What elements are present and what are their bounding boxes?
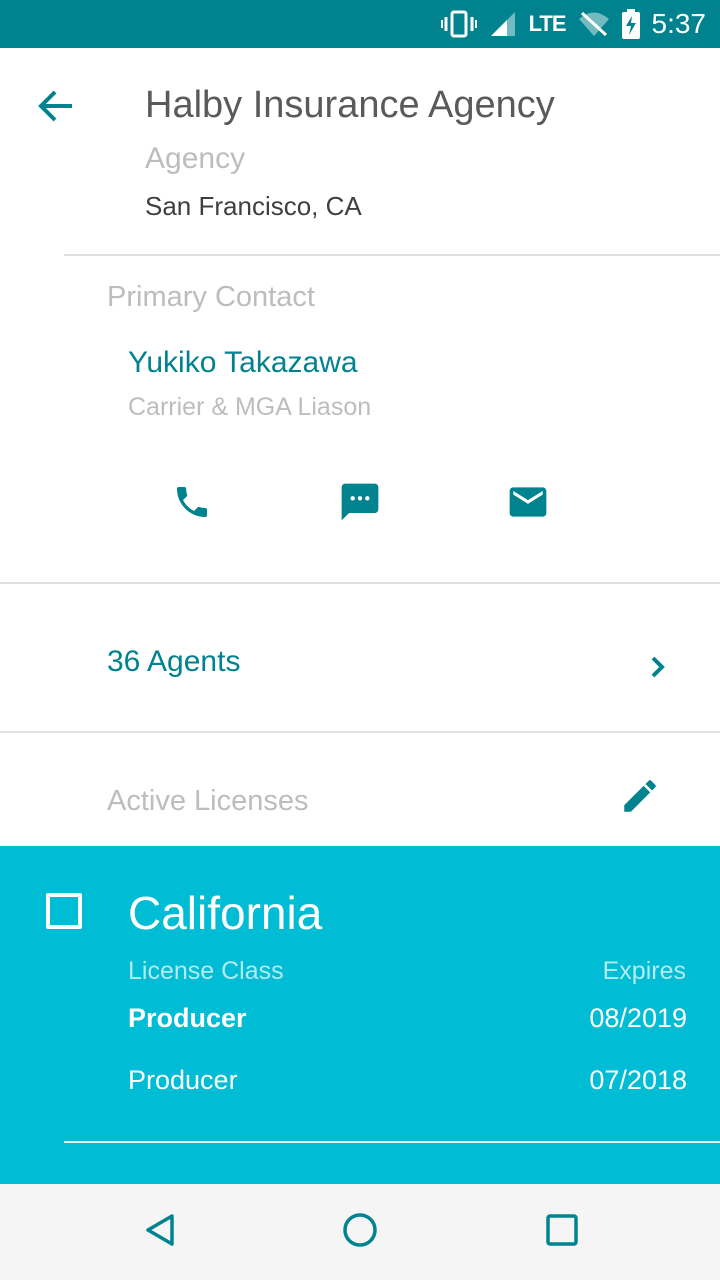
- active-licenses-label: Active Licenses: [107, 785, 309, 817]
- status-icons: LTE 5:37: [440, 0, 707, 48]
- app-screen: LTE 5:37 Halby Insurance Agency Agency S…: [0, 0, 720, 1280]
- back-button[interactable]: [28, 80, 84, 136]
- email-icon: [506, 480, 550, 529]
- agents-row[interactable]: 36 Agents: [0, 585, 720, 731]
- vibrate-icon: [440, 9, 477, 39]
- license-state: California: [128, 887, 323, 939]
- divider: [0, 731, 720, 733]
- nav-back-button[interactable]: [136, 1208, 184, 1256]
- license-expires-value: 08/2019: [589, 1003, 687, 1033]
- agency-type: Agency: [145, 142, 246, 175]
- divider: [0, 582, 720, 584]
- agents-count-label: 36 Agents: [107, 645, 241, 678]
- signal-icon: [489, 10, 517, 38]
- license-class-value: Producer: [128, 1003, 247, 1033]
- phone-icon: [172, 482, 212, 527]
- email-button[interactable]: [496, 472, 560, 536]
- recents-square-icon: [544, 1212, 580, 1253]
- battery-charging-icon: [621, 9, 640, 39]
- license-row: Producer 08/2019: [128, 1003, 687, 1034]
- nav-recents-button[interactable]: [538, 1208, 586, 1256]
- back-triangle-icon: [142, 1212, 178, 1253]
- system-nav-bar: [0, 1184, 720, 1280]
- contact-name-link[interactable]: Yukiko Takazawa: [128, 346, 358, 380]
- nav-home-button[interactable]: [336, 1208, 384, 1256]
- license-class-header: License Class: [128, 957, 284, 985]
- chevron-right-icon: [646, 651, 668, 688]
- contact-role: Carrier & MGA Liason: [128, 393, 372, 421]
- expires-header: Expires: [602, 957, 686, 985]
- message-button[interactable]: [328, 472, 392, 536]
- page-title: Halby Insurance Agency: [145, 84, 555, 126]
- pencil-icon: [619, 775, 661, 822]
- edit-licenses-button[interactable]: [612, 770, 668, 826]
- message-icon: [338, 480, 382, 529]
- license-row: Producer 07/2018: [128, 1065, 687, 1096]
- home-circle-icon: [342, 1212, 378, 1253]
- license-select-checkbox[interactable]: [46, 893, 82, 929]
- clock: 5:37: [651, 8, 707, 39]
- agency-location: San Francisco, CA: [145, 191, 362, 221]
- status-bar: LTE 5:37: [0, 0, 720, 48]
- call-button[interactable]: [160, 472, 224, 536]
- divider: [64, 254, 720, 256]
- wifi-off-icon: [578, 10, 610, 38]
- license-card: California License Class Expires Produce…: [0, 846, 720, 1184]
- divider: [64, 1141, 720, 1143]
- arrow-left-icon: [38, 90, 74, 127]
- network-type-label: LTE: [528, 11, 567, 36]
- license-class-value: Producer: [128, 1065, 238, 1095]
- license-expires-value: 07/2018: [589, 1065, 687, 1095]
- primary-contact-label: Primary Contact: [107, 281, 315, 313]
